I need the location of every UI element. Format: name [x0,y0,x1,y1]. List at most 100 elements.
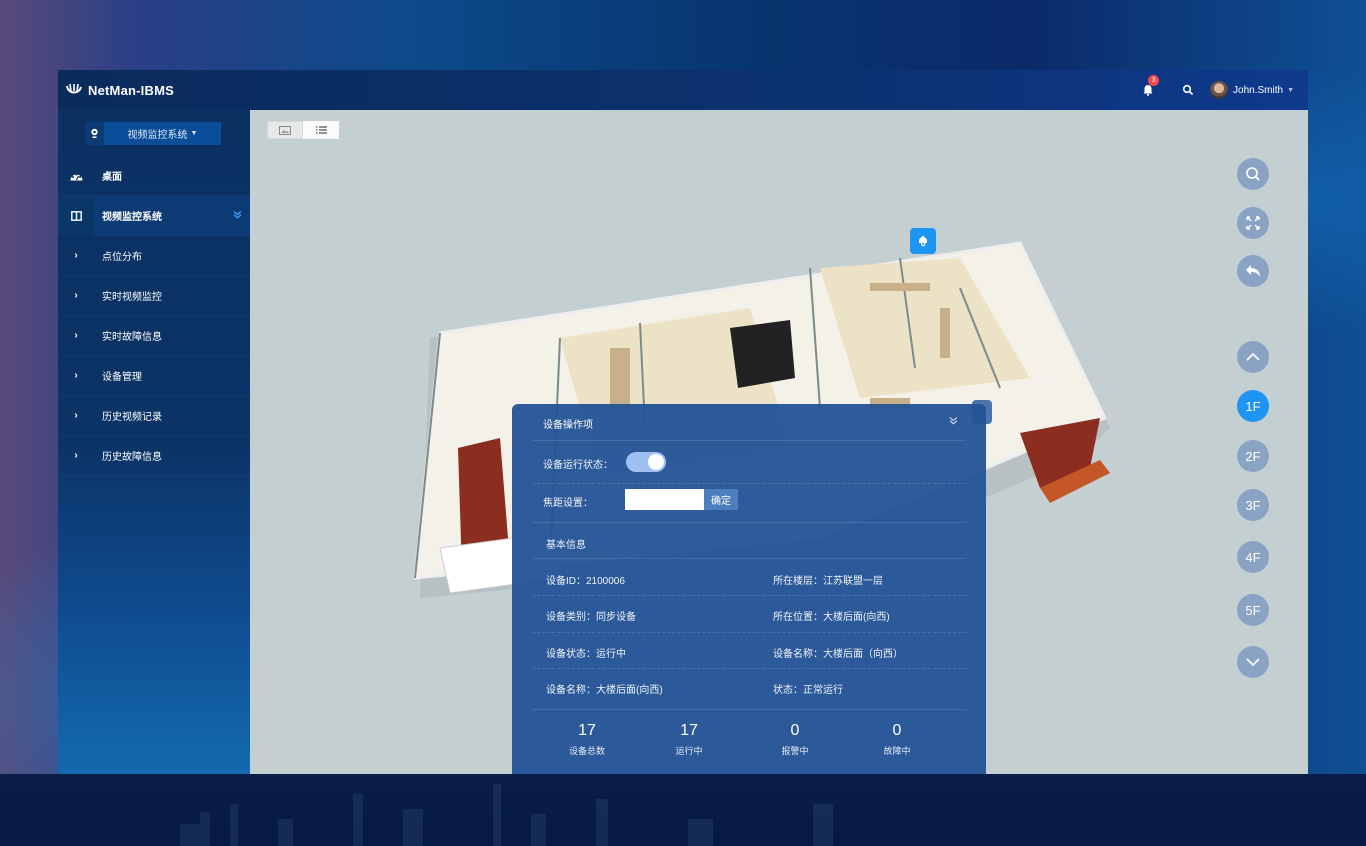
collapse-panel-button[interactable] [949,416,958,428]
stat-value: 17 [680,722,698,739]
stat-running: 17 运行中 [649,722,729,757]
panel-title: 设备操作项 [543,420,593,431]
stat-label: 故障中 [883,746,911,756]
system-dropdown-label: 视频监控系统 [127,130,188,141]
chevron-right-icon: › [74,250,78,261]
columns-icon [58,210,94,221]
chevron-down-icon [1246,658,1260,667]
list-icon [315,126,327,134]
avatar[interactable] [1210,81,1229,99]
floor-label: 1F [1245,398,1261,414]
sidebar-item-label: 点位分布 [102,252,142,263]
app-title: NetMan-IBMS [88,82,174,98]
divider [532,440,966,441]
focus-label: 焦距设置： [543,498,593,509]
search-icon [1246,167,1260,181]
focus-input[interactable] [625,489,705,510]
city-skyline [180,784,1366,846]
stat-label: 运行中 [675,746,703,756]
info-device-name: 设备名称：大楼后面（向西） [773,649,903,660]
floor-up-button[interactable] [1237,341,1269,373]
divider [532,522,966,523]
system-selector[interactable]: 视频监控系统 ▼ [85,122,221,145]
sidebar-item-live-video[interactable]: › 实时视频监控 [58,276,250,316]
expand-icon [1246,216,1260,230]
sidebar-decoration [58,500,250,774]
sidebar-item-label: 设备管理 [102,372,142,383]
logo-icon [66,83,82,94]
chevron-up-icon [1246,352,1260,361]
floor-button-3f[interactable]: 3F [1237,489,1269,521]
stat-value: 0 [892,722,902,739]
divider [532,483,966,484]
divider [532,595,966,596]
image-icon [279,125,291,135]
info-device-id: 设备ID：2100006 [546,576,625,587]
divider [532,668,966,669]
confirm-button[interactable]: 确定 [704,489,738,510]
device-panel: 设备操作项 设备运行状态： 焦距设置： 确定 基本信息 设备ID：2100006… [512,404,986,774]
notifications-button[interactable]: 3 [1142,75,1160,97]
map-viewport[interactable]: 1F 2F 3F 4F 5F 设备操作项 设备运行状态： 焦距设置： 确定 基本… [250,110,1308,774]
sidebar-item-video-monitoring[interactable]: 视频监控系统 [58,196,250,236]
floor-button-4f[interactable]: 4F [1237,541,1269,573]
chevron-right-icon: › [74,410,78,421]
double-chevron-down-icon[interactable] [233,210,242,222]
stat-label: 报警中 [781,746,809,756]
list-view-button[interactable] [303,121,339,139]
top-header: NetMan-IBMS 3 John.Smith ▼ [58,70,1308,110]
username[interactable]: John.Smith [1233,85,1283,96]
user-menu-caret-icon[interactable]: ▼ [1287,87,1294,94]
stat-value: 0 [790,722,800,739]
stat-value: 17 [578,722,596,739]
chevron-right-icon: › [74,330,78,341]
system-dropdown-button[interactable]: 视频监控系统 ▼ [104,122,221,145]
sidebar-item-label: 实时故障信息 [102,332,162,343]
floor-label: 3F [1245,497,1261,513]
sidebar-item-desktop[interactable]: 桌面 [58,156,250,196]
floor-down-button[interactable] [1237,646,1269,678]
info-device-name-2: 设备名称：大楼后面(向西) [546,685,663,696]
run-state-toggle[interactable] [626,452,666,472]
notification-badge: 3 [1148,75,1160,86]
stat-total: 17 设备总数 [547,722,627,757]
sidebar-item-video-history[interactable]: › 历史视频记录 [58,396,250,436]
sidebar-item-fault-history[interactable]: › 历史故障信息 [58,436,250,476]
sidebar-item-label: 桌面 [102,172,122,183]
app-window: NetMan-IBMS 3 John.Smith ▼ 视频监控系统 ▼ 桌面 视… [58,70,1308,774]
sidebar: 视频监控系统 ▼ 桌面 视频监控系统 › 点位分布 › 实时视频监控 › 实时故… [58,110,250,774]
search-button[interactable] [1237,158,1269,190]
info-location: 所在位置：大楼后面(向西) [773,612,890,623]
double-chevron-down-icon [949,417,958,425]
divider [532,709,966,710]
logo[interactable]: NetMan-IBMS [66,83,174,98]
fullscreen-button[interactable] [1237,207,1269,239]
chevron-right-icon: › [74,370,78,381]
sidebar-item-label: 实时视频监控 [102,292,162,303]
caret-down-icon: ▼ [190,130,198,137]
search-icon[interactable] [1182,84,1194,96]
back-button[interactable] [1237,255,1269,287]
location-pin-icon [85,122,104,145]
floor-button-5f[interactable]: 5F [1237,594,1269,626]
floor-button-1f[interactable]: 1F [1237,390,1269,422]
stat-label: 设备总数 [568,746,605,756]
floor-label: 4F [1245,549,1261,565]
floor-label: 2F [1245,448,1261,464]
info-state: 状态：正常运行 [773,685,843,696]
info-device-type: 设备类别：同步设备 [546,612,636,623]
sidebar-item-device-management[interactable]: › 设备管理 [58,356,250,396]
floor-button-2f[interactable]: 2F [1237,440,1269,472]
dome-camera-icon [919,236,927,247]
stat-fault: 0 故障中 [857,722,937,757]
sidebar-item-point-distribution[interactable]: › 点位分布 [58,236,250,276]
sidebar-item-live-faults[interactable]: › 实时故障信息 [58,316,250,356]
image-view-button[interactable] [267,121,303,139]
sidebar-item-label: 历史视频记录 [102,412,162,423]
chevron-right-icon: › [74,290,78,301]
header-actions: 3 John.Smith ▼ [1142,75,1294,99]
toggle-knob [648,454,664,470]
sidebar-item-label: 视频监控系统 [102,212,162,223]
sidebar-nav: 桌面 视频监控系统 › 点位分布 › 实时视频监控 › 实时故障信息 › 设备管… [58,156,250,476]
camera-marker[interactable] [910,228,936,254]
